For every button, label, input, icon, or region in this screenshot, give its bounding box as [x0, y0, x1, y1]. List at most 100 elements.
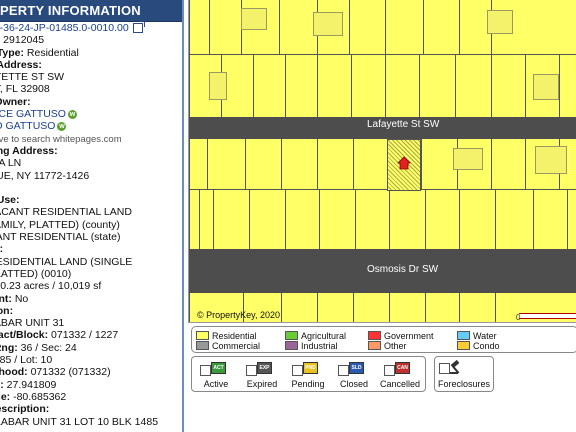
building-footprint [313, 12, 343, 36]
parcel-boundary [319, 189, 320, 249]
property-info-line: se: [0, 243, 182, 255]
property-info-line: y Use: [0, 194, 182, 206]
parcel-boundary [389, 189, 390, 249]
status-checkbox[interactable] [384, 365, 395, 376]
property-link[interactable]: RICE GATTUSO [0, 108, 66, 120]
parcel-boundary [491, 139, 492, 189]
property-field-label: iling Address: [0, 144, 58, 157]
parcel-boundary [281, 139, 282, 189]
property-info-line[interactable]: RICE GATTUSOw [0, 108, 182, 120]
status-filter-closed[interactable]: SLD Closed [332, 359, 376, 389]
legend-swatch [457, 331, 470, 341]
status-filter-active[interactable]: ACT Active [194, 359, 238, 389]
building-footprint [241, 8, 267, 30]
parcel-boundary [559, 54, 560, 117]
whitepages-icon[interactable]: w [67, 109, 77, 119]
property-info-line: bove to search whitepages.com [0, 133, 182, 145]
map-copyright: © PropertyKey, 2020 [197, 310, 281, 320]
property-info-line: Description: [0, 403, 182, 415]
property-field-value: 27.941809 [6, 378, 57, 391]
property-info-line: ront: No [0, 293, 182, 305]
status-checkbox[interactable] [200, 365, 211, 376]
parcel-boundary [213, 189, 214, 249]
parcel-boundary [459, 293, 460, 322]
property-field-value: LABAR UNIT 31 [0, 317, 65, 330]
legend-label: Government [384, 331, 434, 341]
property-field-value: FAMILY, PLATTED) (county) [0, 218, 120, 231]
legend-label: Commercial [212, 341, 261, 351]
legend-item: Condo [457, 341, 500, 351]
status-filter-cancelled[interactable]: CAN Cancelled [378, 359, 422, 389]
legend-item: Water [457, 331, 497, 341]
parcel-boundary [189, 139, 190, 249]
legend-swatch [368, 341, 381, 351]
status-checkbox[interactable] [246, 365, 257, 376]
parcel-map[interactable]: Lafayette St SW Osmosis Dr SW © Property… [188, 0, 576, 323]
property-field-label: y Use: [0, 194, 20, 207]
property-field-value: ALABAR UNIT 31 LOT 10 BLK 1485 [0, 415, 159, 428]
legend-swatch [285, 331, 298, 341]
property-field-value: AYETTE ST SW [0, 71, 65, 84]
parcel-boundary [349, 0, 350, 54]
parcel-boundary [207, 139, 208, 189]
map-scale-bar [519, 313, 576, 319]
property-field-value: -80.685362 [13, 390, 67, 403]
property-field-value: VACANT RESIDENTIAL LAND [0, 206, 132, 219]
property-info-line: VACANT RESIDENTIAL LAND [0, 206, 182, 218]
property-info-line: RESIDENTIAL LAND (SINGLE [0, 256, 182, 268]
parcel-boundary [459, 0, 460, 54]
legend-swatch [457, 341, 470, 351]
status-checkbox[interactable] [338, 365, 349, 376]
property-link[interactable]: 29-36-24-JP-01485.0-0010.00 [0, 22, 129, 34]
parcel-boundary [423, 0, 424, 54]
property-field-value: 0.23 acres / 10,019 sf [0, 280, 102, 293]
property-field-label: ront: [0, 292, 12, 305]
property-field-label: t Owner: [0, 95, 31, 108]
external-link-icon[interactable] [132, 21, 145, 34]
status-badge: ACT [211, 362, 226, 374]
property-info-line: GUE, NY 11772-1426 [0, 170, 182, 182]
home-marker-icon[interactable] [397, 156, 411, 170]
road-label: Lafayette St SW [367, 119, 440, 130]
property-field-value: 36 / Sec: 24 [20, 341, 77, 354]
foreclosures-label: Foreclosures [437, 379, 491, 389]
property-field-value: CANT RESIDENTIAL (state) [0, 231, 121, 244]
property-field-value: bove to search whitepages.com [0, 133, 122, 145]
parcel-boundary [567, 189, 568, 249]
property-field-value: No [14, 292, 29, 305]
road-lafayette: Lafayette St SW [189, 117, 576, 139]
legend-swatch [196, 341, 209, 351]
property-info-line: / Rng: 36 / Sec: 24 [0, 342, 182, 354]
whitepages-icon[interactable]: w [57, 122, 67, 132]
property-info-line: t # 2912045 [0, 34, 182, 46]
status-label: Active [203, 379, 229, 389]
parcel-boundary [533, 189, 534, 249]
status-badge: SLD [349, 362, 364, 374]
property-link[interactable]: ZO GATTUSO [0, 120, 55, 132]
parcel-boundary [455, 54, 456, 117]
parcel-boundary [317, 293, 318, 322]
parcel-boundary [279, 0, 280, 54]
map-scale-label: 0 [516, 313, 521, 322]
building-footprint [487, 10, 513, 34]
legend-item: Commercial [196, 341, 260, 351]
status-checkbox[interactable] [292, 365, 303, 376]
property-info-line: Tract/Block: 071332 / 1227 [0, 329, 182, 341]
parcel-boundary [419, 54, 420, 117]
building-footprint [209, 72, 227, 100]
property-info-panel: PERTY INFORMATION 29-36-24-JP-01485.0-00… [0, 0, 184, 432]
property-field-label: / Rng: [0, 341, 18, 354]
parcel-boundary [353, 139, 354, 189]
foreclosures-filter[interactable]: Foreclosures [434, 356, 494, 392]
legend-swatch [285, 341, 298, 351]
status-filter-pending[interactable]: PND Pending [286, 359, 330, 389]
property-field-value: RESIDENTIAL LAND (SINGLE [0, 255, 133, 268]
property-info-line[interactable]: 29-36-24-JP-01485.0-0010.00 [0, 21, 182, 34]
property-field-label: se: [0, 243, 4, 256]
parcel-boundary [199, 189, 200, 249]
parcel-boundary [189, 54, 576, 55]
legend-label: Residential [212, 331, 257, 341]
property-info-line[interactable]: ZO GATTUSOw [0, 120, 182, 132]
property-field-label: ude: [0, 390, 11, 403]
status-filter-expired[interactable]: EXP Expired [240, 359, 284, 389]
